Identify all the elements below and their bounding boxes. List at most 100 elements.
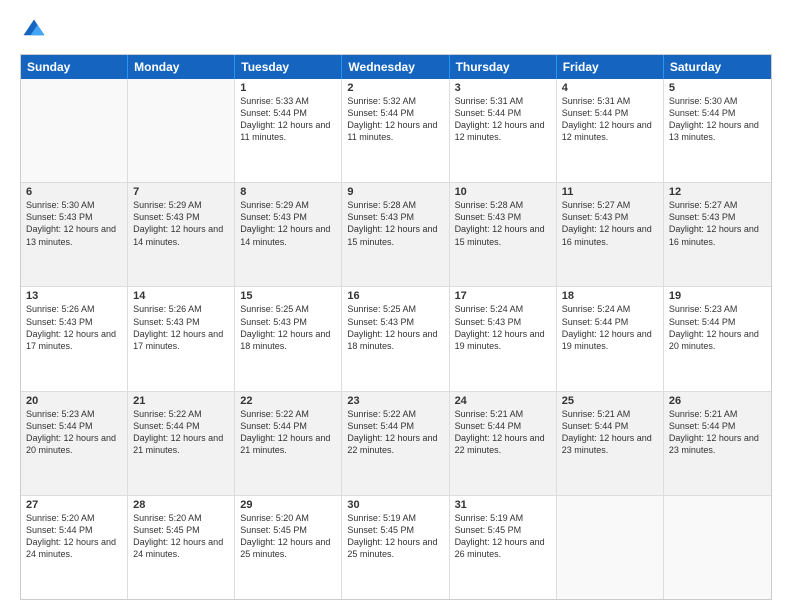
weekday-header-sunday: Sunday	[21, 55, 128, 79]
logo	[20, 16, 52, 44]
day-number: 17	[455, 290, 551, 302]
calendar-cell: 22Sunrise: 5:22 AM Sunset: 5:44 PM Dayli…	[235, 392, 342, 495]
calendar-row-2: 6Sunrise: 5:30 AM Sunset: 5:43 PM Daylig…	[21, 182, 771, 286]
weekday-header-saturday: Saturday	[664, 55, 771, 79]
calendar-row-3: 13 Sunrise: 5:26 AM Sunset: 5:43 PM Dayli…	[21, 286, 771, 390]
cell-sun-info: Sunrise: 5:28 AM Sunset: 5:43 PM Dayligh…	[455, 199, 551, 248]
weekday-header-monday: Monday	[128, 55, 235, 79]
cell-sun-info: Sunrise: 5:19 AM Sunset: 5:45 PM Dayligh…	[347, 512, 443, 561]
calendar-row-1: 1Sunrise: 5:33 AM Sunset: 5:44 PM Daylig…	[21, 79, 771, 182]
calendar-cell: 27Sunrise: 5:20 AM Sunset: 5:44 PM Dayli…	[21, 496, 128, 599]
calendar-cell: 16Sunrise: 5:25 AM Sunset: 5:43 PM Dayli…	[342, 287, 449, 390]
calendar-cell: 28Sunrise: 5:20 AM Sunset: 5:45 PM Dayli…	[128, 496, 235, 599]
cell-sun-info: Sunrise: 5:27 AM Sunset: 5:43 PM Dayligh…	[562, 199, 658, 248]
day-number: 11	[562, 186, 658, 198]
cell-sun-info: Sunrise: 5:31 AM Sunset: 5:44 PM Dayligh…	[455, 95, 551, 144]
calendar-cell: 1Sunrise: 5:33 AM Sunset: 5:44 PM Daylig…	[235, 79, 342, 182]
day-number: 6	[26, 186, 122, 198]
cell-sun-info: Sunrise: 5:22 AM Sunset: 5:44 PM Dayligh…	[240, 408, 336, 457]
calendar: SundayMondayTuesdayWednesdayThursdayFrid…	[20, 54, 772, 600]
cell-sun-info: Sunrise: 5:30 AM Sunset: 5:44 PM Dayligh…	[669, 95, 766, 144]
day-number: 16	[347, 290, 443, 302]
cell-sun-info: Sunrise: 5:28 AM Sunset: 5:43 PM Dayligh…	[347, 199, 443, 248]
day-number: 19	[669, 290, 766, 302]
day-number: 12	[669, 186, 766, 198]
day-number: 1	[240, 82, 336, 94]
cell-sun-info: Sunrise: 5:25 AM Sunset: 5:43 PM Dayligh…	[240, 303, 336, 352]
calendar-cell: 11Sunrise: 5:27 AM Sunset: 5:43 PM Dayli…	[557, 183, 664, 286]
logo-icon	[20, 16, 48, 44]
cell-sun-info: Sunrise: 5:23 AM Sunset: 5:44 PM Dayligh…	[26, 408, 122, 457]
cell-sun-info: Sunrise: 5:27 AM Sunset: 5:43 PM Dayligh…	[669, 199, 766, 248]
day-number: 7	[133, 186, 229, 198]
cell-sun-info: Sunrise: 5:29 AM Sunset: 5:43 PM Dayligh…	[240, 199, 336, 248]
cell-sun-info: Sunrise: 5:20 AM Sunset: 5:44 PM Dayligh…	[26, 512, 122, 561]
day-number: 4	[562, 82, 658, 94]
day-number: 20	[26, 395, 122, 407]
day-number: 30	[347, 499, 443, 511]
header	[20, 16, 772, 44]
calendar-cell: 21Sunrise: 5:22 AM Sunset: 5:44 PM Dayli…	[128, 392, 235, 495]
cell-sun-info: Sunrise: 5:32 AM Sunset: 5:44 PM Dayligh…	[347, 95, 443, 144]
calendar-cell: 20Sunrise: 5:23 AM Sunset: 5:44 PM Dayli…	[21, 392, 128, 495]
calendar-cell	[21, 79, 128, 182]
calendar-cell: 17Sunrise: 5:24 AM Sunset: 5:43 PM Dayli…	[450, 287, 557, 390]
day-number: 29	[240, 499, 336, 511]
calendar-cell: 9Sunrise: 5:28 AM Sunset: 5:43 PM Daylig…	[342, 183, 449, 286]
day-number: 5	[669, 82, 766, 94]
cell-sun-info: Sunrise: 5:19 AM Sunset: 5:45 PM Dayligh…	[455, 512, 551, 561]
calendar-cell	[128, 79, 235, 182]
calendar-cell: 13Sunrise: 5:26 AM Sunset: 5:43 PM Dayli…	[21, 287, 128, 390]
day-number: 31	[455, 499, 551, 511]
weekday-header-thursday: Thursday	[450, 55, 557, 79]
cell-sun-info: Sunrise: 5:22 AM Sunset: 5:44 PM Dayligh…	[133, 408, 229, 457]
cell-sun-info: Sunrise: 5:30 AM Sunset: 5:43 PM Dayligh…	[26, 199, 122, 248]
cell-sun-info: Sunrise: 5:21 AM Sunset: 5:44 PM Dayligh…	[562, 408, 658, 457]
calendar-cell: 19Sunrise: 5:23 AM Sunset: 5:44 PM Dayli…	[664, 287, 771, 390]
day-number: 28	[133, 499, 229, 511]
day-number: 27	[26, 499, 122, 511]
day-number: 2	[347, 82, 443, 94]
cell-sun-info: Sunrise: 5:29 AM Sunset: 5:43 PM Dayligh…	[133, 199, 229, 248]
calendar-cell: 14Sunrise: 5:26 AM Sunset: 5:43 PM Dayli…	[128, 287, 235, 390]
weekday-header-tuesday: Tuesday	[235, 55, 342, 79]
cell-sun-info: Sunrise: 5:22 AM Sunset: 5:44 PM Dayligh…	[347, 408, 443, 457]
day-number: 3	[455, 82, 551, 94]
calendar-cell	[557, 496, 664, 599]
day-number: 24	[455, 395, 551, 407]
calendar-cell: 12Sunrise: 5:27 AM Sunset: 5:43 PM Dayli…	[664, 183, 771, 286]
calendar-body: 1Sunrise: 5:33 AM Sunset: 5:44 PM Daylig…	[21, 79, 771, 599]
cell-sun-info: Sunrise: 5:20 AM Sunset: 5:45 PM Dayligh…	[133, 512, 229, 561]
cell-sun-info: Sunrise: 5:24 AM Sunset: 5:43 PM Dayligh…	[455, 303, 551, 352]
cell-sun-info: Sunrise: 5:25 AM Sunset: 5:43 PM Dayligh…	[347, 303, 443, 352]
cell-sun-info: Sunrise: 5:26 AM Sunset: 5:43 PM Dayligh…	[133, 303, 229, 352]
calendar-cell: 7Sunrise: 5:29 AM Sunset: 5:43 PM Daylig…	[128, 183, 235, 286]
cell-sun-info: Sunrise: 5:33 AM Sunset: 5:44 PM Dayligh…	[240, 95, 336, 144]
weekday-header-wednesday: Wednesday	[342, 55, 449, 79]
cell-sun-info: Sunrise: 5:21 AM Sunset: 5:44 PM Dayligh…	[455, 408, 551, 457]
day-number: 18	[562, 290, 658, 302]
calendar-cell: 5Sunrise: 5:30 AM Sunset: 5:44 PM Daylig…	[664, 79, 771, 182]
calendar-cell: 3Sunrise: 5:31 AM Sunset: 5:44 PM Daylig…	[450, 79, 557, 182]
day-number: 8	[240, 186, 336, 198]
day-number: 25	[562, 395, 658, 407]
calendar-cell: 15Sunrise: 5:25 AM Sunset: 5:43 PM Dayli…	[235, 287, 342, 390]
calendar-cell: 24Sunrise: 5:21 AM Sunset: 5:44 PM Dayli…	[450, 392, 557, 495]
cell-sun-info: Sunrise: 5:24 AM Sunset: 5:44 PM Dayligh…	[562, 303, 658, 352]
page: SundayMondayTuesdayWednesdayThursdayFrid…	[0, 0, 792, 612]
day-number: 9	[347, 186, 443, 198]
day-number: 14	[133, 290, 229, 302]
calendar-cell	[664, 496, 771, 599]
calendar-row-4: 20Sunrise: 5:23 AM Sunset: 5:44 PM Dayli…	[21, 391, 771, 495]
calendar-cell: 23Sunrise: 5:22 AM Sunset: 5:44 PM Dayli…	[342, 392, 449, 495]
cell-sun-info: Sunrise: 5:20 AM Sunset: 5:45 PM Dayligh…	[240, 512, 336, 561]
calendar-cell: 2Sunrise: 5:32 AM Sunset: 5:44 PM Daylig…	[342, 79, 449, 182]
day-number: 15	[240, 290, 336, 302]
day-number: 26	[669, 395, 766, 407]
weekday-header-friday: Friday	[557, 55, 664, 79]
day-number: 13	[26, 290, 122, 302]
day-number: 23	[347, 395, 443, 407]
day-number: 21	[133, 395, 229, 407]
calendar-cell: 4Sunrise: 5:31 AM Sunset: 5:44 PM Daylig…	[557, 79, 664, 182]
calendar-header: SundayMondayTuesdayWednesdayThursdayFrid…	[21, 55, 771, 79]
